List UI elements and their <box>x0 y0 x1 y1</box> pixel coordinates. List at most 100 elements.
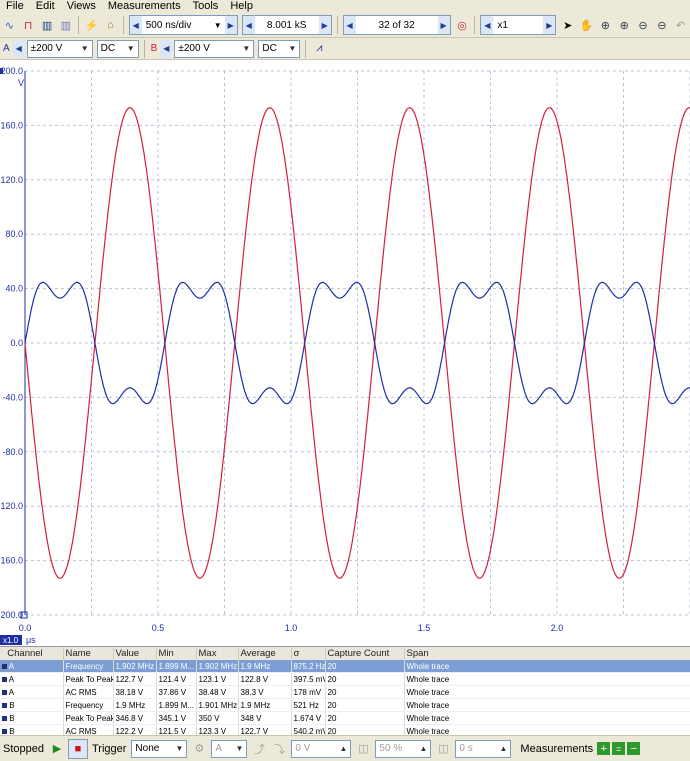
measurement-row[interactable]: B Peak To Peak 346.8 V 345.1 V 350 V 348 V 1.6… <box>0 711 690 725</box>
scope-view[interactable]: 200.0 160.0 120.0 80.0 40.0 0.0 -40.0 -80.0 -120… <box>0 60 690 645</box>
channel-a-coupling[interactable]: DC ▼ <box>96 39 139 58</box>
measurement-row[interactable]: A AC RMS 38.18 V 37.86 V 38.48 V 38.3 V 178 mV… <box>0 685 690 699</box>
pre-trigger-icon[interactable]: ◫ <box>354 740 372 758</box>
measurement-cell: 123.1 V <box>196 672 239 686</box>
auto-setup-icon[interactable]: ⚡ <box>83 16 100 34</box>
pointer-tool-icon[interactable]: ➤ <box>559 16 576 34</box>
menu-tools[interactable]: Tools <box>187 0 225 13</box>
samples-control[interactable]: ◀ 8.001 kS ▶ <box>241 15 332 35</box>
trigger-level-field[interactable]: 0 V ▲ <box>291 739 352 758</box>
trigger-mode-select[interactable]: None ▼ <box>131 739 188 758</box>
scope-background <box>0 60 690 645</box>
column-header[interactable]: Capture Count <box>325 647 405 660</box>
y-tick-label: -200.0 <box>0 610 23 620</box>
math-channels-icon[interactable]: ⩘ <box>310 40 328 58</box>
measurement-row[interactable]: A Peak To Peak 122.7 V 121.4 V 123.1 V 122.8 … <box>0 672 690 686</box>
rising-edge-icon[interactable]: ⤴ <box>250 740 268 758</box>
edit-measurement-icon[interactable]: = <box>612 742 626 755</box>
measurement-cell: Whole trace <box>404 698 690 712</box>
channel-a-prev-icon[interactable]: ◀ <box>12 39 25 58</box>
column-header[interactable]: σ <box>291 647 326 660</box>
measurement-cell: 875.2 Hz <box>291 660 326 673</box>
channel-a-label[interactable]: A <box>0 41 13 57</box>
post-trigger-icon[interactable]: ◫ <box>434 740 452 758</box>
column-header[interactable]: Span <box>404 647 690 660</box>
timebase-prev-icon[interactable]: ◀ <box>129 16 142 34</box>
buffer-overview-icon[interactable]: ◎ <box>454 16 471 34</box>
column-header[interactable]: Name <box>63 647 114 660</box>
measurement-cell: 121.4 V <box>156 672 197 686</box>
measurement-cell: Peak To Peak <box>63 711 114 725</box>
trigger-channel-select[interactable]: A ▼ <box>211 739 248 758</box>
chevron-down-icon: ▼ <box>235 744 244 753</box>
measurement-cell: 20 <box>325 698 405 712</box>
column-header[interactable]: Average <box>238 647 292 660</box>
samples-next-icon[interactable]: ▶ <box>318 16 331 34</box>
channel-b-label[interactable]: B <box>148 41 161 57</box>
falling-edge-icon[interactable]: ⤵ <box>270 740 288 758</box>
menu-measurements[interactable]: Measurements <box>102 0 187 13</box>
status-bar: Stopped ▶ ■ Trigger None ▼ ⚙ A ▼ ⤴ ⤵ 0 V… <box>0 735 690 761</box>
column-header[interactable]: Channel <box>0 647 64 660</box>
x-tick-label: 2.0 <box>551 623 564 633</box>
timebase-next-icon[interactable]: ▶ <box>224 16 237 34</box>
zoom-control[interactable]: ◀ x1 ▶ <box>480 15 557 35</box>
channel-a-range[interactable]: ±200 V ▼ <box>26 39 93 58</box>
measurement-cell: Whole trace <box>404 660 690 673</box>
channel-b-range[interactable]: ±200 V ▼ <box>174 39 255 58</box>
menu-bar: File Edit Views Measurements Tools Help <box>0 0 690 13</box>
measurements-table: Channel Name Value Min Max Average σ Capture Co… <box>0 647 690 738</box>
trigger-label: Trigger <box>91 742 127 755</box>
menu-file[interactable]: File <box>0 0 30 13</box>
measurement-cell: 1.9 MHz <box>113 698 157 712</box>
stop-icon[interactable]: ■ <box>67 738 88 759</box>
column-header[interactable]: Value <box>113 647 157 660</box>
measurement-row[interactable]: B Frequency 1.9 MHz 1.899 M... 1.901 MHz 1.9 … <box>0 698 690 712</box>
run-icon[interactable]: ▶ <box>48 740 66 758</box>
timebase-control[interactable]: ◀ 500 ns/div ▼ ▶ <box>128 15 238 35</box>
hand-tool-icon[interactable]: ✋ <box>578 16 595 34</box>
spectrum-mode-icon[interactable]: ▥ <box>39 16 56 34</box>
zoom-area-icon[interactable]: ⊕ <box>597 16 614 34</box>
capture-navigator[interactable]: ◀ 32 of 32 ▶ <box>342 15 451 35</box>
measurements-panel: Channel Name Value Min Max Average σ Capture Co… <box>0 646 690 738</box>
zoom-in-icon[interactable]: ⊕ <box>616 16 633 34</box>
add-measurement-icon[interactable]: + <box>597 742 611 755</box>
trigger-delay-field[interactable]: 0 s ▲ <box>455 739 512 758</box>
capture-next-icon[interactable]: ▶ <box>437 16 450 34</box>
measurement-row[interactable]: A Frequency 1.902 MHz 1.899 M... 1.902 MHz 1.… <box>0 660 690 673</box>
chevron-down-icon: ▼ <box>126 44 135 53</box>
measurement-cell: Frequency <box>63 660 114 673</box>
delete-measurement-icon[interactable]: − <box>627 742 641 755</box>
measurement-cell: B <box>0 698 64 712</box>
measurement-cell: 1.674 V <box>291 711 326 725</box>
zoom-out-icon[interactable]: ⊖ <box>635 16 652 34</box>
chevron-down-icon: ▼ <box>288 44 297 53</box>
capture-prev-icon[interactable]: ◀ <box>343 16 356 34</box>
spectrum-persistence-icon[interactable]: ▥ <box>57 16 74 34</box>
main-toolbar: ∿ ⊓ ▥ ▥ ⚡ ⌂ ◀ 500 ns/div ▼ ▶ ◀ 8.001 kS … <box>0 13 690 38</box>
home-icon[interactable]: ⌂ <box>102 16 119 34</box>
trigger-settings-icon[interactable]: ⚙ <box>190 740 208 758</box>
persistence-mode-icon[interactable]: ⊓ <box>20 16 37 34</box>
measurement-cell: 122.8 V <box>238 672 292 686</box>
menu-views[interactable]: Views <box>61 0 102 13</box>
zoom-fit-icon[interactable]: ⊖ <box>653 16 670 34</box>
y-tick-label: 120.0 <box>0 175 23 185</box>
zoom-prev-icon[interactable]: ◀ <box>481 16 494 34</box>
channel-toolbar: A ◀ ±200 V ▼ DC ▼ B ◀ ±200 V ▼ DC ▼ ⩘ <box>0 38 690 60</box>
zoom-next-icon[interactable]: ▶ <box>543 16 556 34</box>
scope-mode-icon[interactable]: ∿ <box>1 16 18 34</box>
chevron-down-icon: ▼ <box>213 20 222 30</box>
channel-b-prev-icon[interactable]: ◀ <box>160 39 173 58</box>
pre-trigger-field[interactable]: 50 % ▲ <box>375 739 432 758</box>
menu-edit[interactable]: Edit <box>30 0 61 13</box>
measurement-cell: A <box>0 660 64 673</box>
undo-zoom-icon[interactable]: ↶ <box>672 16 689 34</box>
y-tick-label: 160.0 <box>0 120 23 130</box>
channel-b-coupling[interactable]: DC ▼ <box>258 39 301 58</box>
samples-prev-icon[interactable]: ◀ <box>242 16 255 34</box>
column-header[interactable]: Min <box>156 647 197 660</box>
column-header[interactable]: Max <box>196 647 239 660</box>
menu-help[interactable]: Help <box>224 0 259 13</box>
